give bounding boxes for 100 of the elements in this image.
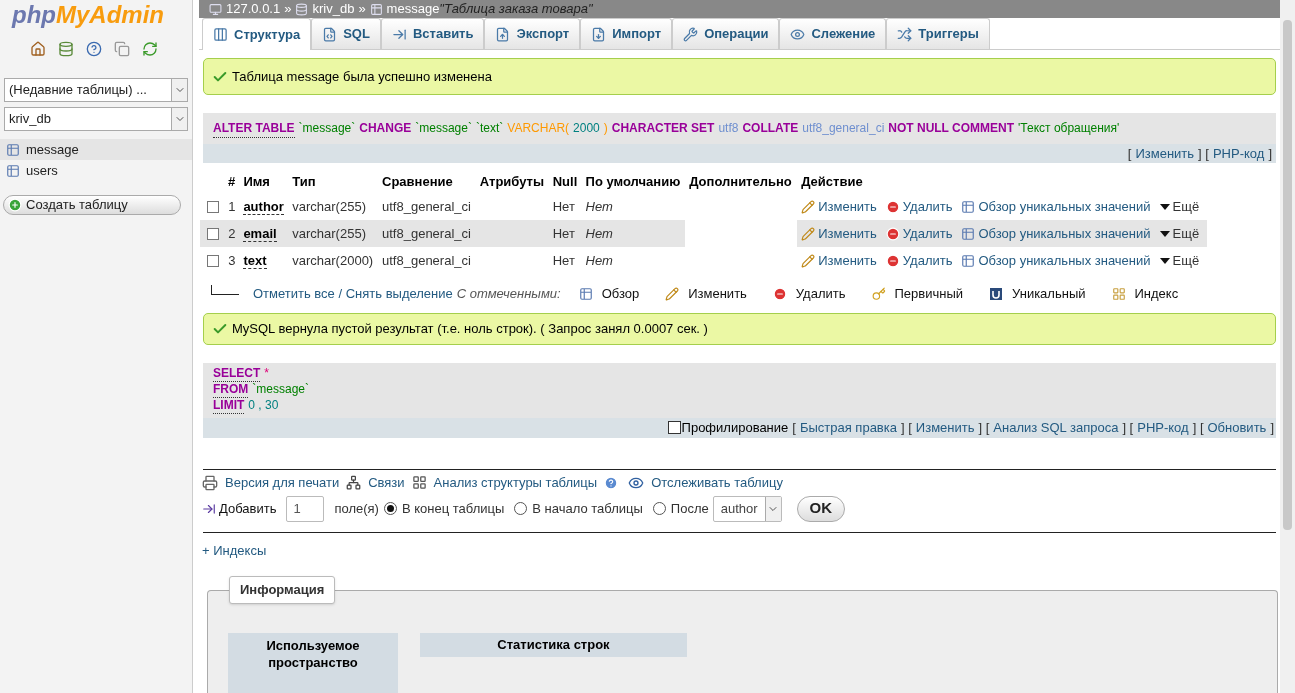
breadcrumb-link[interactable]: kriv_db (312, 0, 355, 19)
index-icon (1111, 286, 1126, 301)
row-checkbox[interactable] (207, 200, 219, 213)
delete-link[interactable]: Удалить (902, 196, 953, 217)
bulk-action-button[interactable]: Первичный (894, 283, 964, 304)
select-arrow-icon (211, 284, 239, 295)
table-action-link[interactable]: Анализ структуры таблицы (433, 473, 598, 493)
sql-token: 0 , 30 (248, 398, 279, 415)
refresh-icon[interactable] (142, 41, 158, 57)
tab[interactable]: Вставить (380, 18, 485, 49)
browse-values-link[interactable]: Обзор уникальных значений (978, 250, 1151, 271)
bracket-text: ] [ (1122, 419, 1134, 438)
sql-token: * (264, 366, 269, 383)
tab[interactable]: SQL (311, 18, 381, 49)
tab[interactable]: Структура (202, 18, 312, 50)
tab[interactable]: Экспорт (484, 18, 581, 49)
field-count-input[interactable]: 1 (286, 495, 325, 522)
table-list-item[interactable]: message (0, 139, 192, 160)
change-link[interactable]: Изменить (818, 250, 877, 271)
add-field-label: Добавить (219, 499, 277, 518)
sql-token: ) (603, 120, 608, 138)
table-cell: Нет (581, 193, 686, 220)
tab[interactable]: Импорт (580, 18, 673, 49)
table-cell: varchar(2000) (288, 247, 378, 274)
change-link[interactable]: Изменить (818, 196, 877, 217)
link[interactable]: Анализ SQL запроса (993, 418, 1119, 438)
shuffle-icon (897, 26, 913, 42)
help-icon[interactable] (86, 41, 102, 57)
row-checkbox[interactable] (207, 227, 219, 240)
tab[interactable]: Триггеры (886, 18, 990, 49)
table-cell: Нет (548, 193, 582, 220)
link[interactable]: Быстрая правка (799, 418, 897, 438)
caret-icon (1159, 230, 1170, 237)
scrollbar[interactable] (1280, 0, 1295, 693)
radio-button[interactable] (514, 502, 528, 515)
link[interactable]: Изменить (915, 418, 975, 438)
sql-token: COLLATE (742, 120, 799, 138)
column-header: Null (551, 173, 579, 192)
radio-button[interactable] (383, 502, 397, 515)
dropdown-select[interactable]: kriv_db (4, 107, 188, 131)
table-action-link[interactable]: Отслеживать таблицу (651, 473, 783, 493)
table-cell: 2 (224, 220, 240, 247)
database-icon (295, 2, 309, 16)
link[interactable]: PHP-код (1212, 143, 1265, 163)
create-table-button[interactable]: Создать таблицу (3, 195, 181, 215)
table-cell: Нет (581, 220, 686, 247)
table-list-item[interactable]: users (0, 160, 192, 181)
table-cell: text (239, 247, 289, 274)
bulk-action-button[interactable]: Индекс (1134, 283, 1179, 304)
copy-icon[interactable] (114, 41, 130, 57)
more-menu[interactable]: Ещё (1172, 250, 1200, 271)
table-action-link[interactable]: Версия для печати (225, 473, 340, 493)
link[interactable]: PHP-код (1137, 418, 1189, 438)
bulk-action-button[interactable]: Обзор (601, 283, 640, 304)
monitor-icon (209, 2, 222, 16)
delete-link[interactable]: Удалить (902, 223, 953, 244)
table-cell: Нет (581, 247, 686, 274)
bulk-action-button[interactable]: Уникальный (1012, 283, 1086, 304)
pencil-icon (665, 286, 680, 301)
bracket-text: ] [ (1198, 144, 1209, 163)
bulk-action-button[interactable]: Удалить (795, 283, 846, 304)
breadcrumb-link[interactable]: 127.0.0.1 (226, 0, 281, 19)
sql-token: CHANGE (359, 120, 412, 138)
relations-icon (346, 475, 362, 491)
bulk-action-button[interactable]: Изменить (688, 283, 747, 304)
table-comment: "Таблица заказа товара" (439, 0, 593, 19)
radio-button[interactable] (652, 502, 666, 515)
change-link[interactable]: Изменить (818, 223, 877, 244)
check-all-link[interactable]: Отметить все / Снять выделение (253, 283, 453, 304)
tab[interactable]: Слежение (779, 18, 887, 49)
table-cell: Нет (548, 247, 582, 274)
profiling-checkbox[interactable] (667, 421, 681, 435)
delete-link[interactable]: Удалить (902, 250, 953, 271)
after-column-select[interactable]: author (712, 495, 782, 522)
logo: phpMyAdmin (12, 1, 165, 29)
sql-token: `text` (475, 120, 504, 138)
sql-token: `message` (298, 120, 356, 138)
structure-icon (213, 27, 228, 42)
dropdown-select[interactable]: (Недавние таблицы) ... (4, 78, 188, 102)
browse-values-link[interactable]: Обзор уникальных значений (978, 196, 1151, 217)
column-header: Тип (291, 173, 317, 192)
sql-token: FROM (213, 382, 249, 399)
home-icon[interactable] (30, 41, 46, 57)
more-menu[interactable]: Ещё (1172, 196, 1200, 217)
sql-token: `message` (252, 382, 309, 399)
table-icon (6, 163, 20, 178)
table-action-link[interactable]: Связи (368, 473, 405, 493)
ok-button[interactable]: OK (796, 495, 846, 522)
link[interactable]: Изменить (1135, 143, 1195, 163)
database-icon[interactable] (58, 41, 74, 57)
browse-values-link[interactable]: Обзор уникальных значений (978, 223, 1151, 244)
row-checkbox[interactable] (207, 254, 219, 267)
column-header: Имя (242, 173, 271, 192)
tab[interactable]: Операции (672, 18, 780, 49)
pencil-icon (801, 226, 816, 241)
bracket-text: ] (1268, 144, 1272, 163)
link[interactable]: Обновить (1207, 418, 1267, 438)
more-menu[interactable]: Ещё (1172, 223, 1200, 244)
indexes-link[interactable]: + Индексы (199, 540, 267, 560)
breadcrumb-link[interactable]: message (386, 0, 440, 19)
